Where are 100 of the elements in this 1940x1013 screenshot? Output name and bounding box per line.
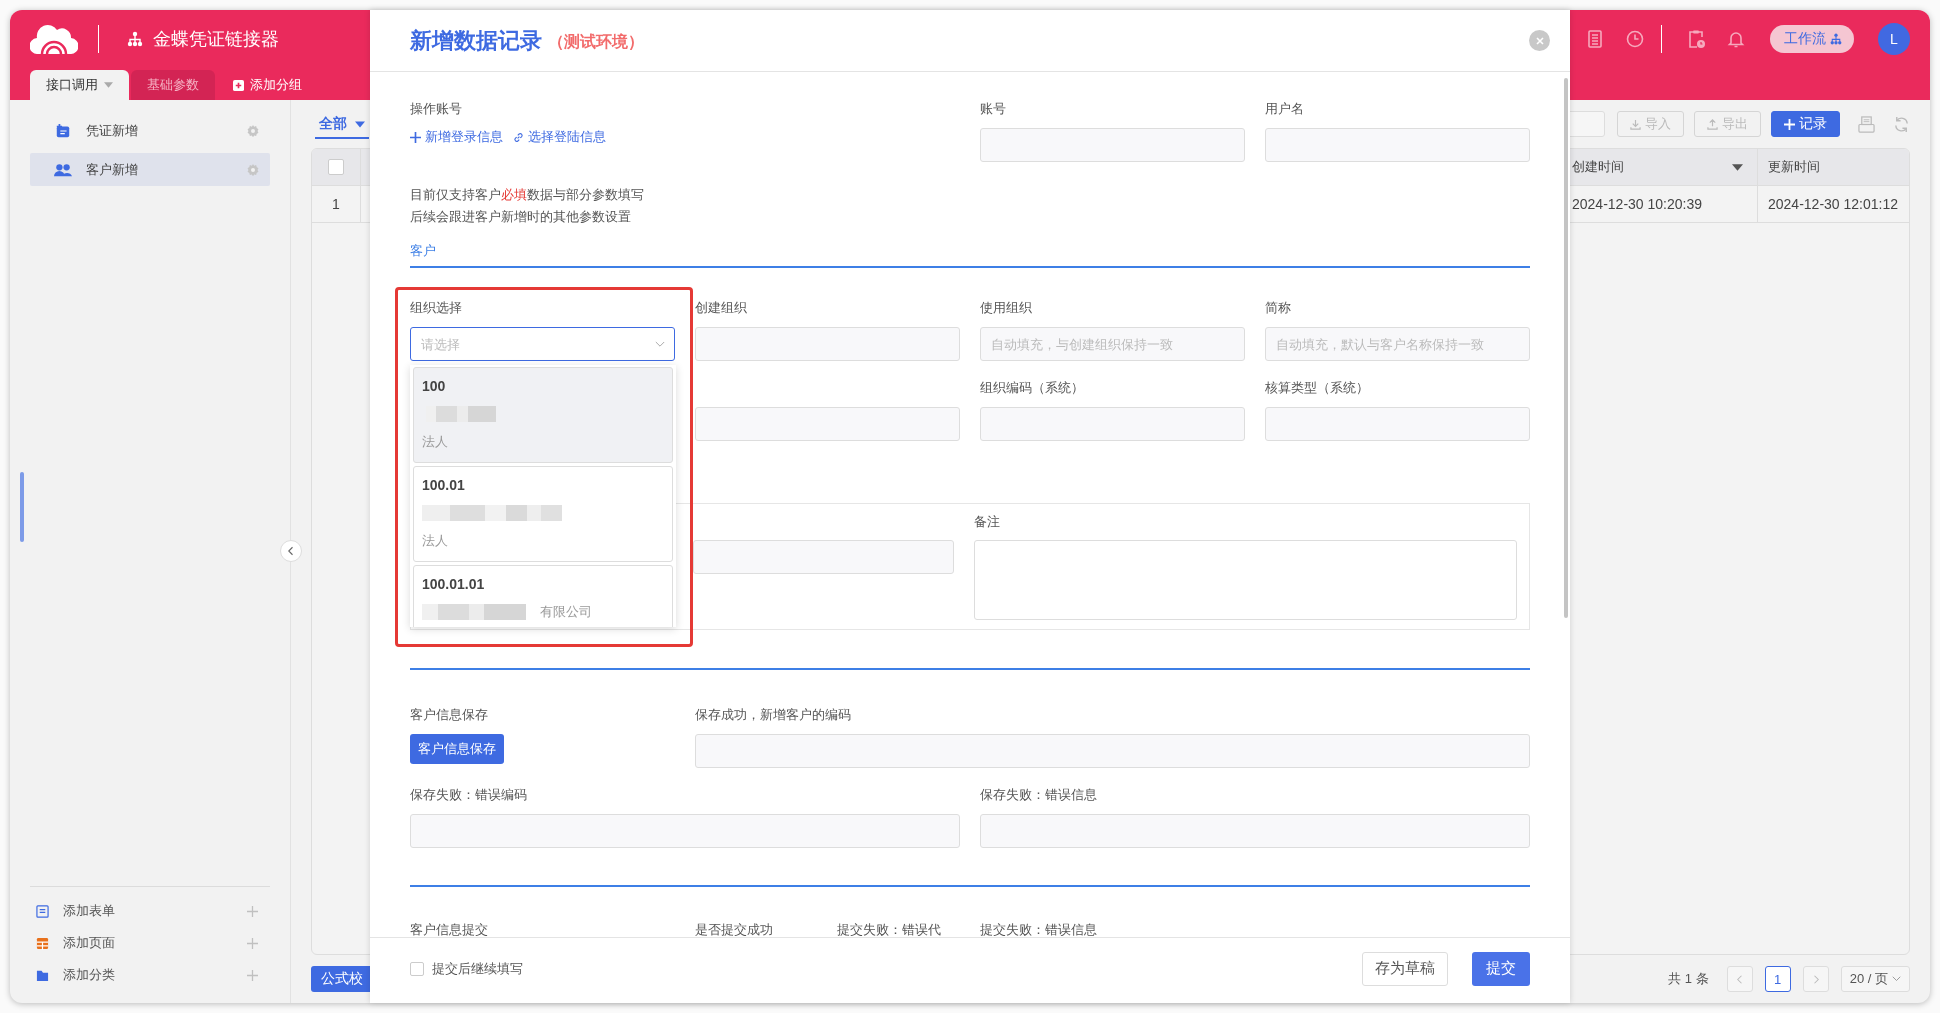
chevron-left-icon bbox=[1736, 974, 1743, 984]
nav-tab[interactable]: 添加分组 bbox=[217, 70, 318, 100]
grid-icon bbox=[36, 936, 49, 950]
bell-icon[interactable] bbox=[1726, 29, 1746, 49]
input-field[interactable] bbox=[980, 407, 1245, 441]
link[interactable]: 新增登录信息 bbox=[410, 128, 503, 146]
section-title: 客户 bbox=[410, 243, 436, 258]
app-title: 金蝶凭证链接器 bbox=[153, 28, 279, 51]
clipboard-clock-icon[interactable] bbox=[1686, 29, 1706, 49]
formula-button[interactable]: 公式校 bbox=[311, 966, 373, 992]
scrollbar-thumb[interactable] bbox=[1564, 78, 1568, 618]
field-label: 保存失败：错误编码 bbox=[410, 786, 528, 804]
chevron-left-icon bbox=[288, 546, 294, 556]
input-field[interactable] bbox=[980, 814, 1530, 848]
folder-icon bbox=[36, 968, 49, 982]
plus-icon bbox=[1784, 118, 1795, 130]
option-type: 法人 bbox=[422, 433, 449, 451]
field-label: 操作账号 bbox=[410, 100, 463, 118]
dropdown-option[interactable]: 100.01.01 有限公司 bbox=[413, 565, 673, 627]
plus-icon[interactable] bbox=[247, 969, 258, 981]
plus-icon[interactable] bbox=[247, 905, 258, 917]
scrollbar-thumb[interactable] bbox=[20, 472, 24, 542]
field-label: 账号 bbox=[980, 100, 1007, 118]
printer-icon[interactable] bbox=[1858, 115, 1875, 133]
option-code: 100 bbox=[422, 377, 447, 396]
close-button[interactable] bbox=[1529, 30, 1550, 51]
save-button[interactable]: 客户信息保存 bbox=[410, 734, 504, 764]
page-size-select[interactable]: 20 / 页 bbox=[1840, 966, 1910, 992]
blurred-text bbox=[426, 406, 496, 422]
field-label: 保存成功，新增客户的编码 bbox=[695, 706, 852, 724]
sidebar-add-item[interactable]: 添加表单 bbox=[30, 895, 270, 927]
field-label: 客户信息提交 bbox=[410, 921, 489, 937]
collapse-button[interactable] bbox=[280, 540, 302, 562]
form-icon bbox=[36, 904, 49, 918]
users-icon bbox=[54, 161, 72, 178]
field-label: 客户信息保存 bbox=[410, 706, 489, 724]
link-icon bbox=[513, 131, 524, 143]
clock-icon[interactable] bbox=[1625, 29, 1645, 49]
environment-label: （测试环境） bbox=[548, 32, 644, 52]
chevron-down-icon bbox=[655, 341, 665, 348]
table-cell: 2024-12-30 12:01:12 bbox=[1757, 186, 1909, 222]
plus-icon bbox=[410, 131, 421, 143]
save-draft-button[interactable]: 存为草稿 bbox=[1362, 951, 1448, 986]
link[interactable]: 选择登陆信息 bbox=[513, 128, 606, 146]
cloud-logo-icon bbox=[30, 24, 78, 54]
sort-caret-icon bbox=[1732, 163, 1743, 171]
settings-icon[interactable] bbox=[246, 123, 260, 138]
checkbox[interactable] bbox=[328, 159, 344, 175]
dropdown-option[interactable]: 100 法人 bbox=[413, 367, 673, 463]
option-type: 法人 bbox=[422, 532, 449, 550]
dialog-title: 新增数据记录 bbox=[410, 26, 542, 55]
field-label: 组织编码（系统） bbox=[980, 379, 1085, 397]
input-field[interactable] bbox=[695, 407, 960, 441]
download-icon bbox=[1630, 118, 1641, 130]
next-page-button[interactable] bbox=[1802, 966, 1829, 992]
column-header[interactable]: 更新时间 bbox=[1757, 149, 1909, 185]
sidebar-item[interactable]: 凭证新增 bbox=[30, 114, 270, 147]
text-area[interactable] bbox=[974, 540, 1517, 620]
book-icon[interactable] bbox=[1585, 29, 1605, 49]
input-field[interactable] bbox=[980, 128, 1245, 162]
settings-icon[interactable] bbox=[246, 162, 260, 177]
field-label: 提交失败：错误信息 bbox=[980, 921, 1097, 937]
total-count: 共 1 条 bbox=[1668, 970, 1709, 988]
continue-checkbox[interactable]: 提交后继续填写 bbox=[410, 959, 523, 978]
input-field[interactable] bbox=[695, 734, 1530, 768]
option-code: 100.01 bbox=[422, 476, 466, 495]
field-label: 备注 bbox=[974, 513, 1001, 531]
submit-button[interactable]: 提交 bbox=[1472, 951, 1530, 986]
option-code: 100.01.01 bbox=[422, 575, 486, 594]
input-field[interactable] bbox=[692, 540, 954, 574]
caret-icon bbox=[104, 82, 113, 88]
document-plus-icon bbox=[54, 122, 72, 139]
input-field[interactable] bbox=[1265, 128, 1530, 162]
sidebar-add-item[interactable]: 添加分类 bbox=[30, 959, 270, 991]
close-icon bbox=[1534, 35, 1545, 46]
input-field[interactable] bbox=[1265, 407, 1530, 441]
chevron-down-icon bbox=[1892, 976, 1901, 982]
field-label: 提交失败：错误代 bbox=[837, 921, 942, 937]
field-label: 简称 bbox=[1265, 299, 1292, 317]
sidebar-item[interactable]: 客户新增 bbox=[30, 153, 270, 186]
input-field[interactable] bbox=[695, 327, 960, 361]
hierarchy-icon bbox=[127, 31, 143, 47]
field-label: 组织选择 bbox=[410, 299, 463, 317]
select-field[interactable]: 请选择 bbox=[410, 327, 675, 361]
chevron-right-icon bbox=[1812, 974, 1819, 984]
previous-page-button[interactable] bbox=[1726, 966, 1753, 992]
page-button[interactable]: 1 bbox=[1764, 966, 1791, 992]
field-label: 是否提交成功 bbox=[695, 921, 774, 937]
dropdown-option[interactable]: 100.01 法人 bbox=[413, 466, 673, 562]
nav-tab[interactable]: 接口调用 bbox=[30, 70, 129, 100]
field-label: 保存失败：错误信息 bbox=[980, 786, 1098, 804]
refresh-icon[interactable] bbox=[1893, 115, 1910, 133]
user-avatar[interactable]: L bbox=[1878, 23, 1910, 55]
sidebar-add-item[interactable]: 添加页面 bbox=[30, 927, 270, 959]
plus-icon[interactable] bbox=[247, 937, 258, 949]
input-field[interactable] bbox=[410, 814, 960, 848]
field-label: 核算类型（系统） bbox=[1265, 379, 1370, 397]
option-name-suffix: 有限公司 bbox=[540, 603, 592, 621]
toolbar-button[interactable]: 记录 bbox=[1771, 111, 1840, 137]
hierarchy-icon bbox=[1830, 33, 1842, 45]
